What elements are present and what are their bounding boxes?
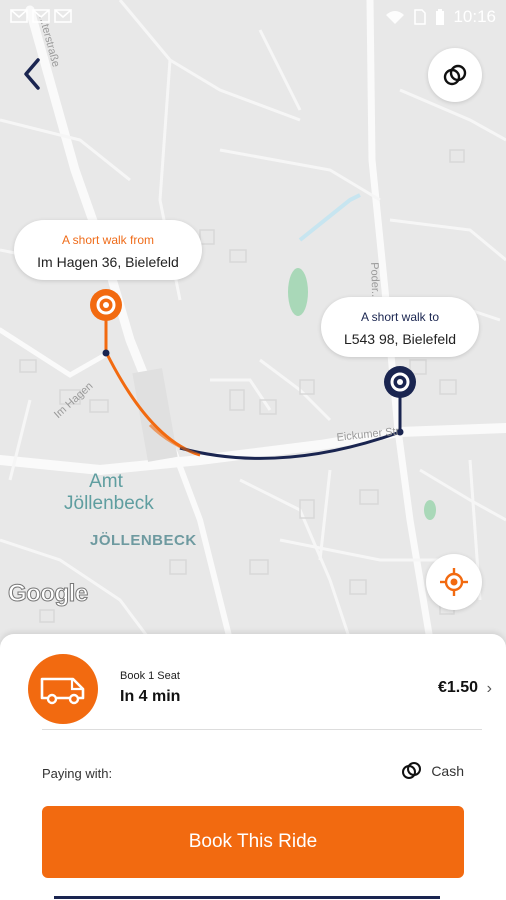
back-button[interactable] (14, 52, 54, 96)
layers-icon (443, 64, 467, 86)
payment-method-selector[interactable]: Cash (401, 762, 464, 780)
pickup-subtitle: A short walk from (61, 233, 155, 247)
pickup-bubble[interactable]: A short walk from Im Hagen 36, Bielefeld (14, 220, 202, 280)
status-time: 10:16 (453, 7, 496, 26)
cash-icon (402, 762, 422, 779)
home-indicator (54, 896, 440, 899)
ride-eta: In 4 min (120, 688, 181, 705)
pickup-address: Im Hagen 36, Bielefeld (37, 254, 179, 270)
map-label-district: JÖLLENBECK (90, 532, 197, 549)
mail-icon-2 (32, 9, 50, 23)
booking-sheet: Book 1 Seat In 4 min €1.50 › Paying with… (0, 634, 506, 900)
dropoff-bubble[interactable]: A short walk to L543 98, Bielefeld (321, 297, 479, 357)
my-location-button[interactable] (426, 554, 482, 610)
status-bar: 10:16 (0, 0, 506, 36)
mail-icon (10, 9, 28, 23)
chevron-right-icon[interactable]: › (487, 680, 492, 698)
book-ride-button[interactable]: Book This Ride (42, 806, 464, 878)
wifi-icon (386, 11, 405, 24)
battery-icon (436, 9, 445, 25)
no-sim-icon (414, 9, 427, 25)
street-label-right: Poder... (368, 262, 382, 301)
crosshair-icon (440, 568, 468, 596)
map-label-amt: Amt Jöllenbeck (64, 471, 154, 514)
google-attribution: Google (8, 580, 89, 608)
dropoff-subtitle: A short walk to (360, 310, 440, 324)
notification-icons (10, 9, 72, 23)
map-view[interactable]: ...terstraße Im Hagen Eickumer Str Poder… (0, 0, 506, 640)
van-avatar (28, 654, 98, 724)
divider (42, 729, 482, 730)
mail-icon-3 (54, 9, 72, 23)
ride-label: Book 1 Seat (120, 670, 180, 682)
chevron-left-icon (24, 58, 40, 90)
paying-with-label: Paying with: (42, 766, 113, 781)
ride-price[interactable]: €1.50 (438, 679, 478, 697)
map-layers-button[interactable] (428, 48, 482, 102)
payment-method-label: Cash (431, 763, 464, 779)
dropoff-address: L543 98, Bielefeld (343, 331, 457, 347)
van-icon (40, 677, 85, 705)
